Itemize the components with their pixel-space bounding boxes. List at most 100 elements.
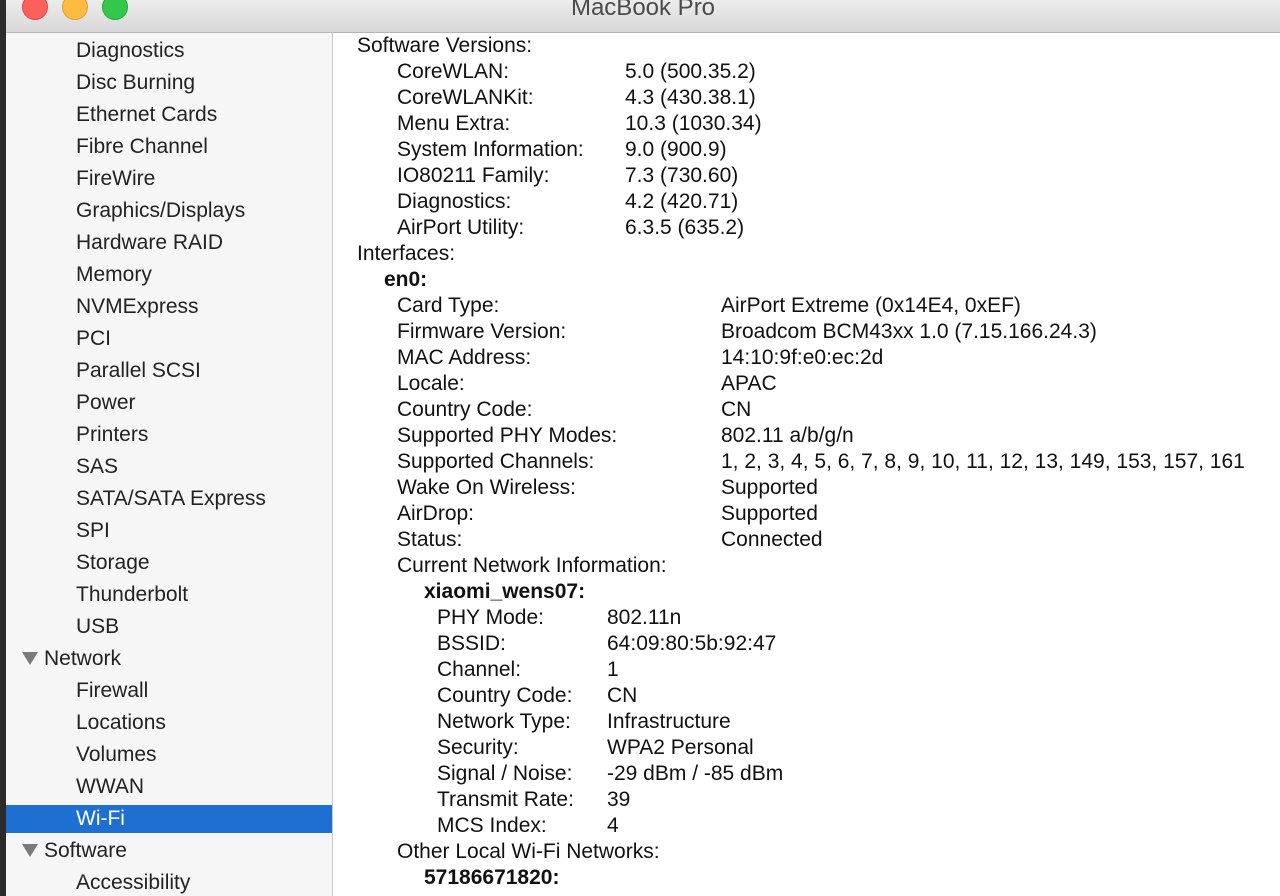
- sidebar-item-disc-burning[interactable]: Disc Burning: [6, 69, 332, 97]
- detail-pane: Software Versions: CoreWLAN: 5.0 (500.35.2…: [333, 33, 1280, 896]
- sidebar-item-storage[interactable]: Storage: [6, 549, 332, 577]
- sidebar-item-wi-fi[interactable]: Wi-Fi: [6, 805, 332, 833]
- interface-property-key: MAC Address:: [397, 346, 532, 369]
- software-version-value: 6.3.5 (635.2): [625, 216, 745, 239]
- network-property-key: Security:: [437, 736, 519, 759]
- sidebar-item-nvmexpress[interactable]: NVMExpress: [6, 293, 332, 321]
- window-title: MacBook Pro: [570, 0, 716, 21]
- interface-property-value: APAC: [721, 372, 777, 395]
- sidebar-item-label: Printers: [76, 423, 149, 446]
- sidebar-item-label: Volumes: [76, 743, 157, 766]
- sidebar-item-sas[interactable]: SAS: [6, 453, 332, 481]
- sidebar-item-label: Storage: [76, 551, 150, 574]
- sidebar-item-label: Network: [44, 647, 122, 670]
- network-property-value: 39: [607, 788, 631, 811]
- sidebar[interactable]: Diagnostics Disc Burning Ethernet Cards Fib…: [6, 33, 333, 896]
- sidebar-section-network[interactable]: Network: [6, 645, 332, 673]
- section-heading: Software Versions:: [357, 34, 533, 57]
- subsection-heading: Current Network Information:: [397, 554, 667, 577]
- network-property-value: WPA2 Personal: [607, 736, 754, 759]
- software-version-value: 4.3 (430.38.1): [625, 86, 756, 109]
- sidebar-item-label: Memory: [76, 263, 152, 286]
- interface-property-value: 802.11 a/b/g/n: [721, 424, 854, 447]
- software-version-key: IO80211 Family:: [397, 164, 550, 187]
- software-version-key: CoreWLANKit:: [397, 86, 534, 109]
- interface-property-value: 1, 2, 3, 4, 5, 6, 7, 8, 9, 10, 11, 12, 1…: [721, 450, 1245, 473]
- interface-property-value: Supported: [721, 502, 818, 525]
- sidebar-item-label: Accessibility: [76, 871, 191, 894]
- interface-property-value: CN: [721, 398, 752, 421]
- sidebar-item-label: Fibre Channel: [76, 135, 208, 158]
- sidebar-section-software[interactable]: Software: [6, 837, 332, 865]
- sidebar-item-label: Thunderbolt: [76, 583, 189, 606]
- sidebar-item-label: SPI: [76, 519, 110, 542]
- network-property-key: Signal / Noise:: [437, 762, 573, 785]
- network-property-key: Country Code:: [437, 684, 573, 707]
- sidebar-item-label: Wi-Fi: [76, 807, 125, 830]
- sidebar-item-accessibility[interactable]: Accessibility: [6, 869, 332, 896]
- sidebar-item-sata-sata-express[interactable]: SATA/SATA Express: [6, 485, 332, 513]
- sidebar-item-label: SATA/SATA Express: [76, 487, 266, 510]
- sidebar-item-label: WWAN: [76, 775, 145, 798]
- interface-property-value: Supported: [721, 476, 818, 499]
- interface-property-value: AirPort Extreme (0x14E4, 0xEF): [721, 294, 1021, 317]
- sidebar-item-ethernet-cards[interactable]: Ethernet Cards: [6, 101, 332, 129]
- software-version-value: 4.2 (420.71): [625, 190, 739, 213]
- sidebar-item-hardware-raid[interactable]: Hardware RAID: [6, 229, 332, 257]
- system-information-window: MacBook Pro Diagnostics Disc Burning Ether…: [6, 0, 1280, 896]
- interface-property-key: AirDrop:: [397, 502, 475, 525]
- software-version-value: 10.3 (1030.34): [625, 112, 762, 135]
- software-version-value: 9.0 (900.9): [625, 138, 727, 161]
- sidebar-item-label: FireWire: [76, 167, 156, 190]
- network-property-key: BSSID:: [437, 632, 506, 655]
- interface-property-value: Broadcom BCM43xx 1.0 (7.15.166.24.3): [721, 320, 1097, 343]
- sidebar-item-label: Ethernet Cards: [76, 103, 218, 126]
- sidebar-item-pci[interactable]: PCI: [6, 325, 332, 353]
- sidebar-item-volumes[interactable]: Volumes: [6, 741, 332, 769]
- network-property-value: 64:09:80:5b:92:47: [607, 632, 777, 655]
- interface-property-value: Connected: [721, 528, 823, 551]
- sidebar-item-locations[interactable]: Locations: [6, 709, 332, 737]
- sidebar-item-label: Software: [44, 839, 127, 862]
- sidebar-item-label: Diagnostics: [76, 39, 185, 62]
- disclosure-triangle-icon[interactable]: [22, 652, 38, 665]
- interface-property-key: Country Code:: [397, 398, 533, 421]
- sidebar-item-label: Locations: [76, 711, 166, 734]
- sidebar-item-wwan[interactable]: WWAN: [6, 773, 332, 801]
- sidebar-item-label: Hardware RAID: [76, 231, 224, 254]
- sidebar-item-spi[interactable]: SPI: [6, 517, 332, 545]
- software-version-key: Menu Extra:: [397, 112, 511, 135]
- disclosure-triangle-icon[interactable]: [22, 844, 38, 857]
- sidebar-item-usb[interactable]: USB: [6, 613, 332, 641]
- sidebar-item-firewire[interactable]: FireWire: [6, 165, 332, 193]
- network-property-key: MCS Index:: [437, 814, 547, 837]
- sidebar-item-memory[interactable]: Memory: [6, 261, 332, 289]
- sidebar-item-parallel-scsi[interactable]: Parallel SCSI: [6, 357, 332, 385]
- interface-property-key: Supported Channels:: [397, 450, 595, 473]
- network-property-key: Channel:: [437, 658, 522, 681]
- interface-property-key: Card Type:: [397, 294, 500, 317]
- sidebar-item-printers[interactable]: Printers: [6, 421, 332, 449]
- title-bar: MacBook Pro: [6, 0, 1280, 33]
- interface-property-value: 14:10:9f:e0:ec:2d: [721, 346, 884, 369]
- network-property-key: Transmit Rate:: [437, 788, 574, 811]
- sidebar-item-label: Power: [76, 391, 136, 414]
- interface-name: en0:: [384, 268, 428, 291]
- network-name: xiaomi_wens07:: [424, 580, 586, 603]
- interface-property-key: Locale:: [397, 372, 465, 395]
- sidebar-item-label: SAS: [76, 455, 119, 478]
- interface-property-key: Wake On Wireless:: [397, 476, 576, 499]
- network-property-value: 1: [607, 658, 619, 681]
- software-version-key: AirPort Utility:: [397, 216, 525, 239]
- sidebar-item-graphics-displays[interactable]: Graphics/Displays: [6, 197, 332, 225]
- subsection-heading: Other Local Wi-Fi Networks:: [397, 840, 660, 863]
- sidebar-item-label: Parallel SCSI: [76, 359, 201, 382]
- interface-property-key: Supported PHY Modes:: [397, 424, 618, 447]
- sidebar-item-firewall[interactable]: Firewall: [6, 677, 332, 705]
- sidebar-item-power[interactable]: Power: [6, 389, 332, 417]
- sidebar-item-label: PCI: [76, 327, 112, 350]
- sidebar-item-fibre-channel[interactable]: Fibre Channel: [6, 133, 332, 161]
- sidebar-item-diagnostics[interactable]: Diagnostics: [6, 37, 332, 65]
- sidebar-item-thunderbolt[interactable]: Thunderbolt: [6, 581, 332, 609]
- software-version-value: 7.3 (730.60): [625, 164, 739, 187]
